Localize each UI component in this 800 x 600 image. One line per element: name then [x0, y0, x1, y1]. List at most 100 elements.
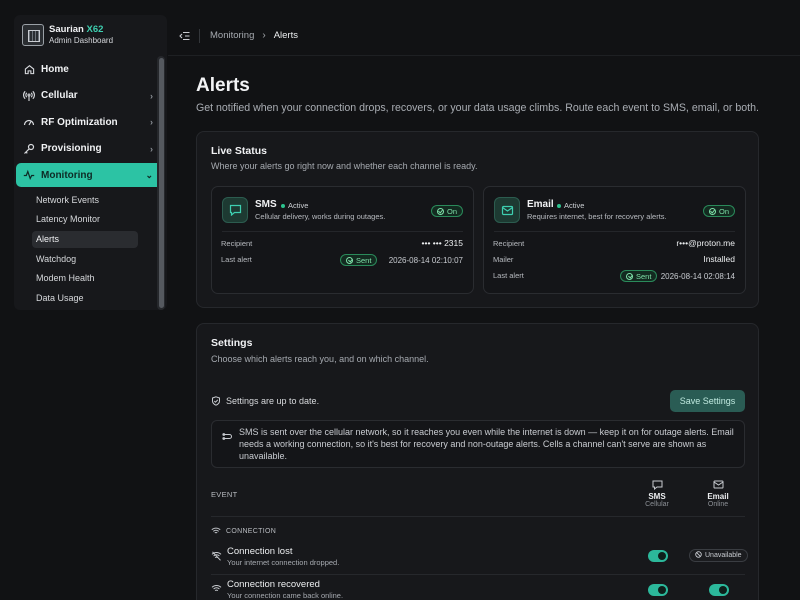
settings-description: Choose which alerts reach you, and on wh…: [211, 354, 429, 364]
sidebar-subitem-modem-health[interactable]: Modem Health: [32, 270, 138, 287]
sidebar-subitem-data-usage[interactable]: Data Usage: [32, 289, 138, 306]
sms-status: Active: [281, 201, 308, 210]
sidebar-item-provisioning[interactable]: Provisioning ›: [16, 137, 165, 161]
breadcrumb-parent[interactable]: Monitoring: [210, 30, 254, 41]
sidebar-item-cellular[interactable]: Cellular ›: [16, 84, 165, 108]
sidebar: Saurian X62 Admin Dashboard Home Cellula…: [14, 15, 167, 310]
sms-column-sub: Cellular: [645, 501, 669, 508]
breadcrumb-current: Alerts: [273, 30, 298, 41]
event-column-header: EVENT: [211, 490, 238, 499]
mail-icon: [693, 480, 743, 491]
sent-badge: Sent: [340, 254, 378, 266]
page-title: Alerts: [196, 75, 250, 96]
brand-subtitle: Admin Dashboard: [49, 36, 114, 45]
sidebar-subitem-latency-monitor[interactable]: Latency Monitor: [32, 211, 138, 228]
route-icon: [222, 429, 233, 440]
gauge-icon: [23, 116, 35, 128]
monitoring-submenu: Network Events Latency Monitor Alerts Wa…: [14, 191, 167, 306]
connection-lost-sms-toggle[interactable]: [648, 550, 668, 562]
wifi-icon: [211, 581, 222, 592]
settings-status-text: Settings are up to date.: [226, 396, 320, 406]
chevron-right-icon: ›: [262, 30, 266, 41]
email-status: Active: [557, 201, 584, 210]
sidebar-item-rf-optimization[interactable]: RF Optimization ›: [16, 110, 165, 134]
live-status-description: Where your alerts go right now and wheth…: [211, 161, 478, 171]
row-subtitle: Your connection came back online.: [227, 591, 344, 600]
chevron-right-icon: ›: [150, 117, 153, 128]
mail-icon: [494, 197, 520, 223]
sidebar-item-home[interactable]: Home: [16, 57, 165, 81]
info-text: SMS is sent over the cellular network, s…: [239, 427, 734, 462]
message-icon: [632, 480, 682, 491]
status-dot: [557, 203, 561, 208]
info-box: SMS is sent over the cellular network, s…: [211, 420, 745, 468]
home-icon: [23, 63, 35, 75]
ban-icon: [695, 551, 702, 560]
settings-status: Settings are up to date.: [211, 396, 319, 406]
sms-on-badge: On: [430, 205, 463, 217]
email-on-badge: On: [702, 205, 735, 217]
last-alert-label: Last alert: [493, 271, 524, 280]
email-last-alert-time: 2026-08-14 02:08:14: [660, 272, 735, 281]
sidebar-item-label: RF Optimization: [41, 116, 118, 128]
check-icon: [708, 207, 716, 215]
wifi-icon: [211, 527, 221, 535]
row-subtitle: Your internet connection dropped.: [227, 558, 340, 567]
connection-recovered-sms-toggle[interactable]: [648, 584, 668, 596]
mailer-label: Mailer: [493, 255, 514, 264]
email-channel-card: Email Active Requires internet, best for…: [483, 186, 746, 294]
table-divider: [211, 516, 745, 517]
email-column-sub: Online: [707, 501, 729, 508]
sidebar-item-label: Home: [41, 63, 69, 75]
email-column-name: Email: [707, 492, 729, 501]
message-icon: [222, 197, 248, 223]
chevron-down-icon: ⌄: [145, 170, 153, 181]
sms-channel-name: SMS: [255, 199, 277, 210]
wifi-off-icon: [211, 548, 222, 561]
live-status-card: Live Status Where your alerts go right n…: [196, 131, 759, 308]
check-icon: [436, 207, 444, 215]
collapse-sidebar-icon[interactable]: [177, 29, 191, 43]
brand[interactable]: Saurian X62 Admin Dashboard: [14, 15, 167, 55]
sms-channel-card: SMS Active Cellular delivery, works duri…: [211, 186, 474, 294]
sms-last-alert-time: 2026-08-14 02:10:07: [388, 256, 463, 265]
sms-column-header: SMS Cellular: [632, 480, 682, 508]
top-bar: Monitoring › Alerts: [168, 16, 800, 56]
sidebar-item-monitoring[interactable]: Monitoring ⌄: [16, 163, 165, 188]
sidebar-subitem-network-events[interactable]: Network Events: [32, 191, 138, 208]
email-column-header: Email Online: [693, 480, 743, 508]
row-title-connection-recovered: Connection recovered: [227, 579, 320, 590]
sidebar-item-label: Provisioning: [41, 143, 102, 155]
divider: [494, 231, 735, 232]
connection-recovered-email-toggle[interactable]: [709, 584, 729, 596]
recipient-label: Recipient: [221, 239, 253, 248]
divider: [199, 28, 200, 43]
save-settings-button[interactable]: Save Settings: [670, 390, 745, 412]
sidebar-item-label: Monitoring: [41, 169, 93, 181]
sidebar-subitem-alerts[interactable]: Alerts: [32, 230, 138, 248]
chevron-right-icon: ›: [150, 90, 153, 101]
check-icon: [626, 272, 633, 280]
last-alert-label: Last alert: [221, 255, 252, 264]
sidebar-subitem-watchdog[interactable]: Watchdog: [32, 250, 138, 267]
pulse-icon: [23, 169, 35, 181]
divider: [222, 231, 463, 232]
sidebar-item-label: Cellular: [41, 90, 78, 102]
email-channel-name: Email: [527, 199, 554, 210]
sms-channel-subtitle: Cellular delivery, works during outages.: [255, 212, 386, 221]
settings-card: Settings Choose which alerts reach you, …: [196, 323, 759, 600]
unavailable-badge: Unavailable: [689, 549, 748, 562]
row-divider: [211, 574, 745, 575]
row-title-connection-lost: Connection lost: [227, 546, 293, 557]
page-description: Get notified when your connection drops,…: [196, 102, 759, 114]
sms-recipient-value: ••• ••• 2315: [421, 238, 464, 248]
device-chip-icon: [22, 24, 44, 46]
shield-check-icon: [211, 396, 221, 406]
check-icon: [346, 256, 353, 264]
live-status-title: Live Status: [211, 145, 268, 157]
sms-column-name: SMS: [648, 492, 666, 501]
sidebar-scrollbar-thumb[interactable]: [159, 58, 164, 308]
email-recipient-value: r•••@proton.me: [676, 238, 735, 248]
chevron-right-icon: ›: [150, 143, 153, 154]
recipient-label: Recipient: [493, 239, 525, 248]
